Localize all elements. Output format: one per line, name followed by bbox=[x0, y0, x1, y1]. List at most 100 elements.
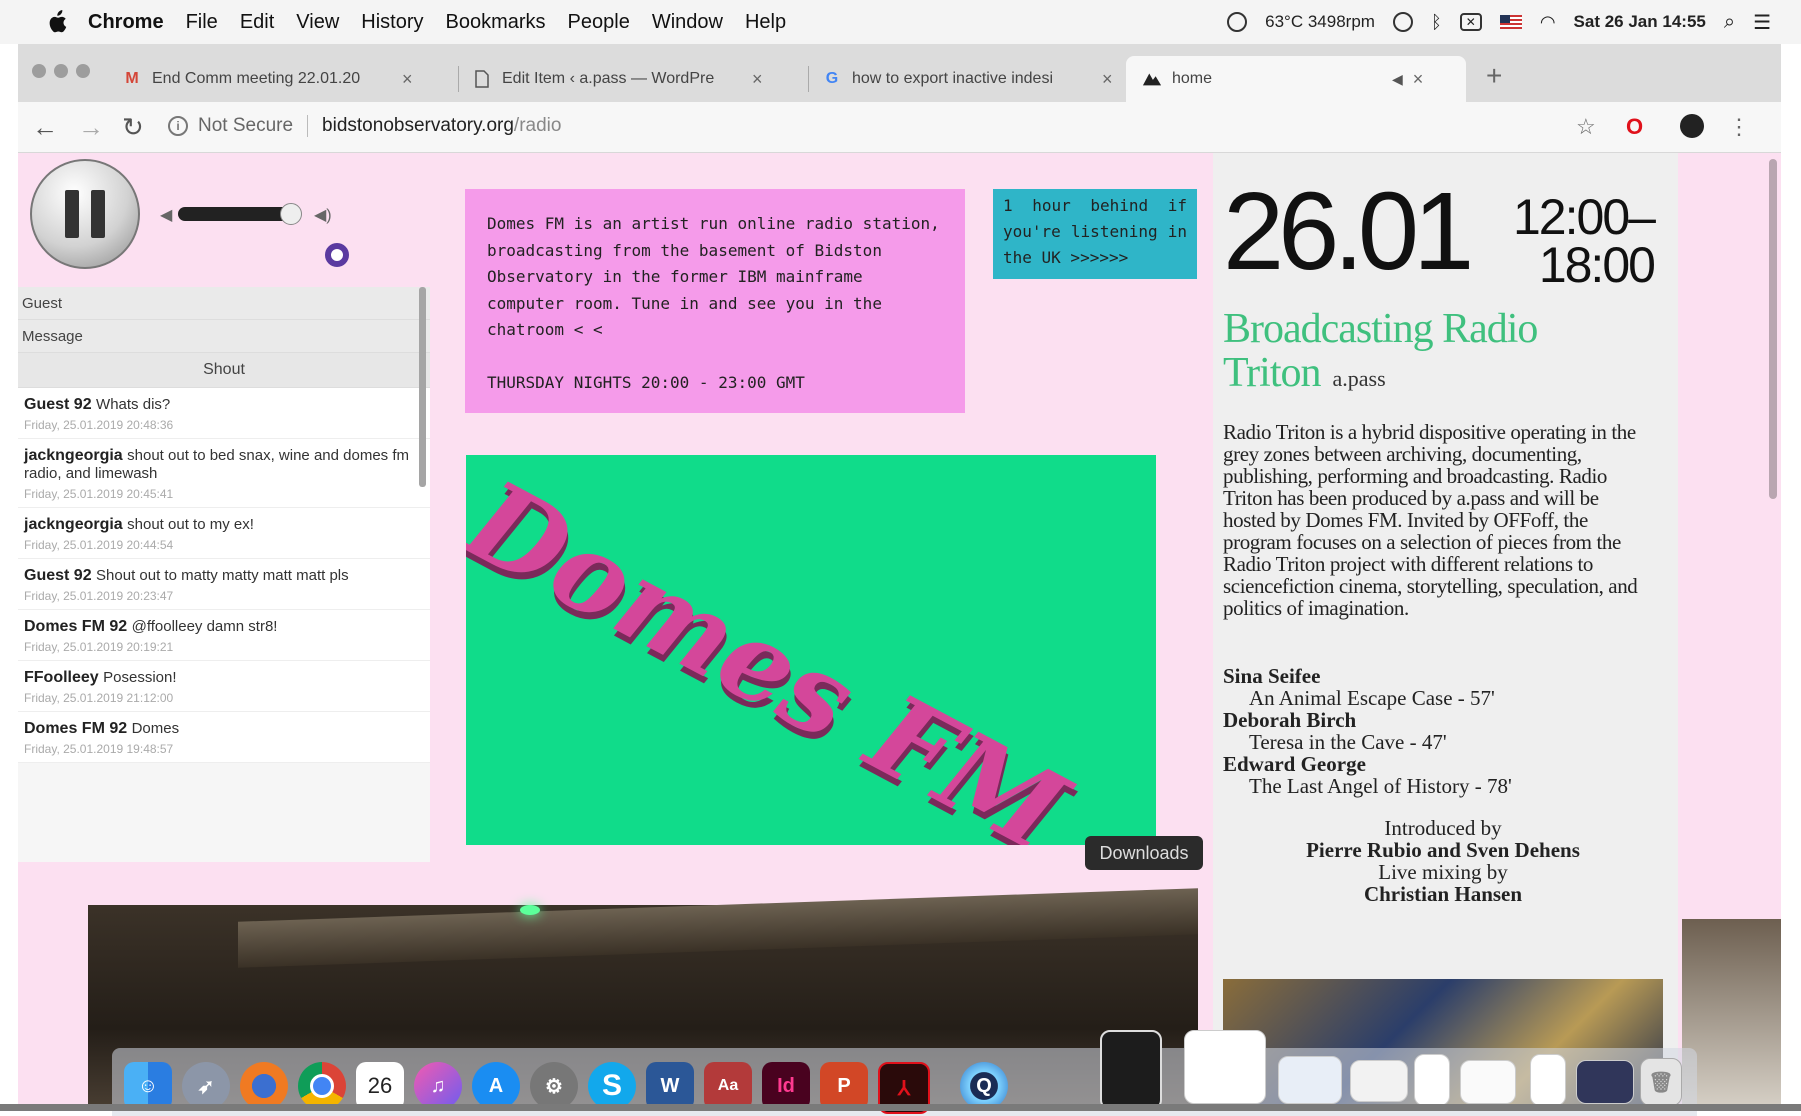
chrome-menu-icon[interactable]: ⋮ bbox=[1728, 114, 1750, 140]
url-path: /radio bbox=[513, 115, 562, 136]
downloads-tooltip: Downloads bbox=[1085, 836, 1203, 870]
calendar-icon[interactable]: 26 bbox=[356, 1062, 404, 1110]
menu-people[interactable]: People bbox=[568, 11, 630, 34]
tab-google-search[interactable]: G how to export inactive indesi × bbox=[822, 56, 1137, 102]
chrome-icon[interactable] bbox=[298, 1062, 346, 1110]
profile-avatar[interactable] bbox=[1680, 114, 1704, 138]
domes-fm-logo: Domes FM Domes FM bbox=[466, 455, 1156, 845]
firefox-icon[interactable] bbox=[240, 1062, 288, 1110]
chat-author: Guest 92 bbox=[24, 567, 92, 584]
recent-document-thumbnail[interactable] bbox=[1576, 1060, 1634, 1104]
stream-status-icon[interactable] bbox=[325, 243, 349, 267]
event-start-time: 12:00– bbox=[1513, 189, 1656, 245]
recent-document-thumbnail[interactable] bbox=[1184, 1030, 1266, 1104]
chat-text: Whats dis? bbox=[96, 396, 171, 413]
opera-extension-icon[interactable]: O bbox=[1626, 114, 1643, 140]
volume-high-icon[interactable]: ◀︎) bbox=[314, 205, 332, 225]
skype-icon[interactable]: S bbox=[588, 1062, 636, 1110]
powerpoint-icon[interactable]: P bbox=[820, 1062, 868, 1110]
itunes-icon[interactable]: ♫ bbox=[414, 1062, 462, 1110]
recent-document-thumbnail[interactable] bbox=[1278, 1056, 1342, 1104]
event-end-time: 18:00 bbox=[1538, 237, 1656, 293]
clock-datetime[interactable]: Sat 26 Jan 14:55 bbox=[1574, 12, 1706, 32]
chrome-tab-strip: M End Comm meeting 22.01.20 × Edit Item … bbox=[18, 44, 1781, 102]
menu-view[interactable]: View bbox=[296, 11, 339, 34]
pause-button[interactable] bbox=[30, 159, 140, 269]
bluetooth-icon[interactable]: ᛒ bbox=[1431, 12, 1442, 33]
wifi-icon[interactable]: ◠ bbox=[1540, 12, 1556, 33]
forward-arrow-icon[interactable]: → bbox=[78, 112, 104, 143]
close-tab-icon[interactable]: × bbox=[1413, 69, 1424, 90]
volume-slider-knob[interactable] bbox=[280, 203, 302, 225]
app-store-icon[interactable]: A bbox=[472, 1062, 520, 1110]
recent-document-thumbnail[interactable] bbox=[1414, 1054, 1450, 1106]
chat-scrollbar[interactable] bbox=[419, 287, 426, 487]
station-info-box: Domes FM is an artist run online radio s… bbox=[465, 189, 965, 413]
menu-bookmarks[interactable]: Bookmarks bbox=[446, 11, 546, 34]
info-icon[interactable]: i bbox=[168, 116, 188, 136]
tab-gmail[interactable]: M End Comm meeting 22.01.20 × bbox=[122, 56, 452, 102]
chat-message: Guest 92 Whats dis? Friday, 25.01.2019 2… bbox=[18, 388, 430, 439]
dictionary-icon[interactable]: Aa bbox=[704, 1062, 752, 1110]
program-work: Teresa in the Cave - 47' bbox=[1249, 730, 1447, 754]
us-flag-icon[interactable] bbox=[1499, 15, 1522, 29]
stop-recording-icon[interactable] bbox=[1227, 12, 1248, 32]
close-tab-icon[interactable]: × bbox=[1102, 69, 1113, 90]
menu-app-name[interactable]: Chrome bbox=[88, 11, 164, 34]
tab-wordpress[interactable]: Edit Item ‹ a.pass — WordPre × bbox=[472, 56, 802, 102]
shout-button[interactable]: Shout bbox=[18, 353, 430, 388]
time-machine-icon[interactable] bbox=[1392, 12, 1413, 32]
introduced-label: Introduced by bbox=[1384, 816, 1502, 840]
minimize-window-button[interactable] bbox=[54, 64, 68, 78]
apple-icon[interactable] bbox=[40, 10, 74, 34]
chat-message: Domes FM 92 Domes Friday, 25.01.2019 19:… bbox=[18, 712, 430, 763]
indesign-icon[interactable]: Id bbox=[762, 1062, 810, 1110]
tab-audio-icon[interactable]: ◀︎ bbox=[1392, 71, 1403, 88]
zoom-window-button[interactable] bbox=[76, 64, 90, 78]
menu-file[interactable]: File bbox=[186, 11, 218, 34]
close-window-button[interactable] bbox=[32, 64, 46, 78]
security-label[interactable]: Not Secure bbox=[198, 115, 293, 137]
temperature-status[interactable]: 63°C 3498rpm bbox=[1265, 12, 1375, 32]
quicktime-icon[interactable]: Q bbox=[960, 1062, 1008, 1110]
new-tab-button[interactable]: + bbox=[1486, 60, 1502, 92]
volume-slider[interactable] bbox=[178, 203, 302, 225]
page-scrollbar[interactable] bbox=[1769, 159, 1777, 499]
menu-help[interactable]: Help bbox=[745, 11, 786, 34]
finder-icon[interactable]: ☺ bbox=[124, 1062, 172, 1110]
chat-timestamp: Friday, 25.01.2019 20:45:41 bbox=[24, 487, 174, 501]
chat-text: Domes bbox=[131, 720, 180, 737]
menu-edit[interactable]: Edit bbox=[240, 11, 274, 34]
menu-history[interactable]: History bbox=[361, 11, 423, 34]
launchpad-icon[interactable]: ➶ bbox=[182, 1062, 230, 1110]
trash-icon[interactable]: 🗑 bbox=[1640, 1058, 1682, 1106]
message-input[interactable]: Message bbox=[18, 320, 430, 353]
recent-document-thumbnail[interactable] bbox=[1460, 1060, 1516, 1104]
recent-document-thumbnail[interactable] bbox=[1530, 1054, 1566, 1106]
word-icon[interactable]: W bbox=[646, 1062, 694, 1110]
recent-document-thumbnail[interactable] bbox=[1100, 1030, 1162, 1110]
recent-document-thumbnail[interactable] bbox=[1350, 1060, 1408, 1102]
chat-author: jackngeorgia bbox=[24, 516, 123, 533]
spotlight-search-icon[interactable]: ⌕ bbox=[1724, 11, 1735, 34]
bookmark-star-icon[interactable]: ☆ bbox=[1576, 114, 1596, 140]
menu-window[interactable]: Window bbox=[652, 11, 723, 34]
chat-timestamp: Friday, 25.01.2019 20:44:54 bbox=[24, 538, 174, 552]
pause-icon bbox=[65, 190, 79, 238]
program-artist: Deborah Birch bbox=[1223, 708, 1357, 732]
event-date: 26.01 bbox=[1223, 170, 1474, 293]
back-arrow-icon[interactable]: ← bbox=[32, 112, 58, 143]
station-description: Domes FM is an artist run online radio s… bbox=[487, 214, 940, 339]
system-preferences-icon[interactable]: ⚙ bbox=[530, 1062, 578, 1110]
close-tab-icon[interactable]: × bbox=[402, 69, 413, 90]
chat-text: Posession! bbox=[103, 669, 177, 686]
omnibox-divider bbox=[307, 115, 309, 137]
guest-name-input[interactable]: Guest bbox=[18, 287, 430, 320]
display-mirroring-icon[interactable]: ✕ bbox=[1459, 13, 1482, 31]
tab-home-active[interactable]: home ◀︎ × bbox=[1126, 56, 1466, 102]
address-bar[interactable]: i Not Secure bidstonobservatory.org/radi… bbox=[168, 108, 1618, 144]
volume-low-icon[interactable]: ◀ bbox=[160, 205, 172, 225]
close-tab-icon[interactable]: × bbox=[752, 69, 763, 90]
notification-center-icon[interactable]: ☰ bbox=[1753, 10, 1771, 35]
reload-icon[interactable]: ↻ bbox=[122, 112, 144, 143]
